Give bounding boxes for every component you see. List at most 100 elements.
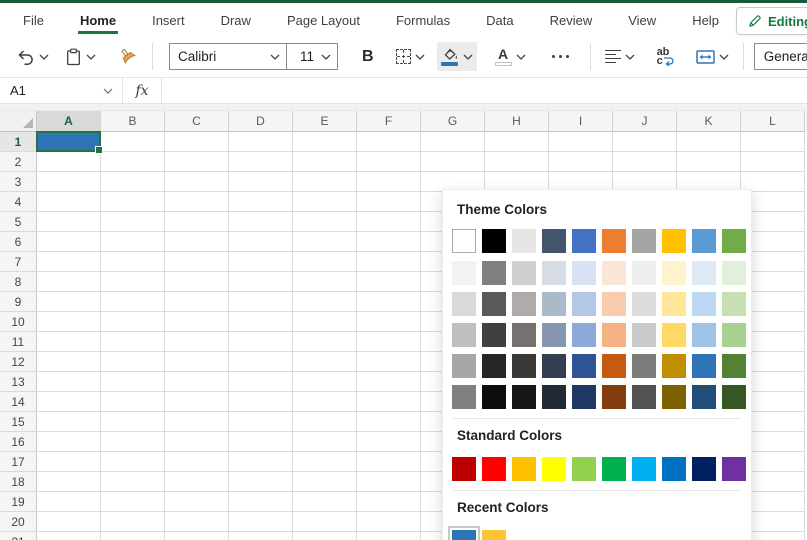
- font-size-select[interactable]: 11: [293, 49, 317, 64]
- menu-tab-formulas[interactable]: Formulas: [395, 4, 451, 36]
- row-header-19[interactable]: 19: [0, 492, 37, 512]
- cell-E16[interactable]: [293, 432, 357, 452]
- cell-D1[interactable]: [229, 132, 293, 152]
- theme-color-variant-swatch[interactable]: [692, 354, 716, 378]
- theme-color-swatch[interactable]: [692, 229, 716, 253]
- chevron-down-icon[interactable]: [321, 54, 331, 60]
- cell-E4[interactable]: [293, 192, 357, 212]
- cell-B14[interactable]: [101, 392, 165, 412]
- cell-B1[interactable]: [101, 132, 165, 152]
- cell-I1[interactable]: [549, 132, 613, 152]
- wrap-text-button[interactable]: ab c: [653, 43, 678, 71]
- cell-E13[interactable]: [293, 372, 357, 392]
- theme-color-variant-swatch[interactable]: [692, 323, 716, 347]
- cell-B11[interactable]: [101, 332, 165, 352]
- cell-C17[interactable]: [165, 452, 229, 472]
- cell-D10[interactable]: [229, 312, 293, 332]
- theme-color-swatch[interactable]: [482, 229, 506, 253]
- row-header-12[interactable]: 12: [0, 352, 37, 372]
- cell-H1[interactable]: [485, 132, 549, 152]
- theme-color-variant-swatch[interactable]: [452, 385, 476, 409]
- cell-C9[interactable]: [165, 292, 229, 312]
- column-header-I[interactable]: I: [549, 111, 613, 132]
- standard-color-swatch[interactable]: [512, 457, 536, 481]
- cell-F3[interactable]: [357, 172, 421, 192]
- cell-A13[interactable]: [37, 372, 101, 392]
- theme-color-variant-swatch[interactable]: [542, 292, 566, 316]
- theme-color-variant-swatch[interactable]: [602, 292, 626, 316]
- cell-A10[interactable]: [37, 312, 101, 332]
- standard-color-swatch[interactable]: [722, 457, 746, 481]
- theme-color-variant-swatch[interactable]: [512, 354, 536, 378]
- cell-D8[interactable]: [229, 272, 293, 292]
- column-header-C[interactable]: C: [165, 111, 229, 132]
- theme-color-variant-swatch[interactable]: [482, 385, 506, 409]
- name-box[interactable]: A1: [0, 78, 122, 103]
- number-format-select[interactable]: General: [754, 43, 807, 70]
- alignment-button[interactable]: [601, 45, 639, 69]
- theme-color-variant-swatch[interactable]: [722, 292, 746, 316]
- theme-color-variant-swatch[interactable]: [662, 385, 686, 409]
- cell-B19[interactable]: [101, 492, 165, 512]
- cell-A12[interactable]: [37, 352, 101, 372]
- standard-color-swatch[interactable]: [692, 457, 716, 481]
- cell-F21[interactable]: [357, 532, 421, 540]
- cell-A21[interactable]: [37, 532, 101, 540]
- cell-B21[interactable]: [101, 532, 165, 540]
- cell-B5[interactable]: [101, 212, 165, 232]
- theme-color-swatch[interactable]: [512, 229, 536, 253]
- theme-color-variant-swatch[interactable]: [692, 385, 716, 409]
- theme-color-swatch[interactable]: [572, 229, 596, 253]
- recent-color-swatch[interactable]: [452, 530, 476, 540]
- cell-C21[interactable]: [165, 532, 229, 540]
- theme-color-swatch[interactable]: [542, 229, 566, 253]
- cell-A7[interactable]: [37, 252, 101, 272]
- cell-F16[interactable]: [357, 432, 421, 452]
- cell-K2[interactable]: [677, 152, 741, 172]
- row-header-15[interactable]: 15: [0, 412, 37, 432]
- cell-A16[interactable]: [37, 432, 101, 452]
- theme-color-variant-swatch[interactable]: [602, 385, 626, 409]
- menu-tab-file[interactable]: File: [22, 4, 45, 36]
- theme-color-variant-swatch[interactable]: [692, 261, 716, 285]
- cell-E12[interactable]: [293, 352, 357, 372]
- cell-D5[interactable]: [229, 212, 293, 232]
- cell-C10[interactable]: [165, 312, 229, 332]
- cell-A18[interactable]: [37, 472, 101, 492]
- column-header-F[interactable]: F: [357, 111, 421, 132]
- cell-F10[interactable]: [357, 312, 421, 332]
- cell-C12[interactable]: [165, 352, 229, 372]
- theme-color-variant-swatch[interactable]: [662, 292, 686, 316]
- cell-C15[interactable]: [165, 412, 229, 432]
- theme-color-variant-swatch[interactable]: [602, 354, 626, 378]
- cell-B3[interactable]: [101, 172, 165, 192]
- row-header-8[interactable]: 8: [0, 272, 37, 292]
- cell-G2[interactable]: [421, 152, 485, 172]
- cell-D14[interactable]: [229, 392, 293, 412]
- cell-E18[interactable]: [293, 472, 357, 492]
- cell-F18[interactable]: [357, 472, 421, 492]
- column-header-E[interactable]: E: [293, 111, 357, 132]
- column-header-J[interactable]: J: [613, 111, 677, 132]
- theme-color-variant-swatch[interactable]: [602, 323, 626, 347]
- row-header-1[interactable]: 1: [0, 132, 37, 152]
- cell-D21[interactable]: [229, 532, 293, 540]
- theme-color-variant-swatch[interactable]: [512, 385, 536, 409]
- row-header-7[interactable]: 7: [0, 252, 37, 272]
- cell-F8[interactable]: [357, 272, 421, 292]
- cell-D16[interactable]: [229, 432, 293, 452]
- font-color-button[interactable]: A: [491, 43, 530, 71]
- cell-F11[interactable]: [357, 332, 421, 352]
- cell-D3[interactable]: [229, 172, 293, 192]
- paste-button[interactable]: [61, 43, 100, 71]
- cell-D4[interactable]: [229, 192, 293, 212]
- menu-tab-help[interactable]: Help: [691, 4, 720, 36]
- theme-color-variant-swatch[interactable]: [452, 261, 476, 285]
- cell-B15[interactable]: [101, 412, 165, 432]
- theme-color-variant-swatch[interactable]: [482, 292, 506, 316]
- cell-B2[interactable]: [101, 152, 165, 172]
- cell-A4[interactable]: [37, 192, 101, 212]
- theme-color-variant-swatch[interactable]: [542, 385, 566, 409]
- column-header-L[interactable]: L: [741, 111, 805, 132]
- cell-A5[interactable]: [37, 212, 101, 232]
